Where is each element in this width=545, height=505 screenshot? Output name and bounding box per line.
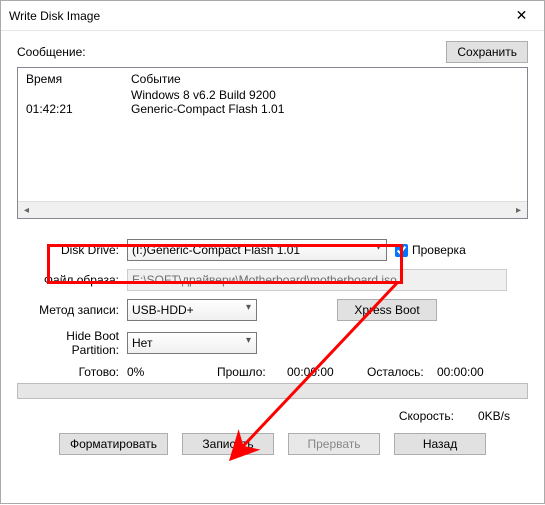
scroll-track[interactable] — [35, 202, 510, 218]
log-header-event: Событие — [131, 72, 181, 86]
log-time — [26, 88, 131, 102]
log-row: Windows 8 v6.2 Build 9200 — [26, 88, 519, 102]
disk-drive-select[interactable]: (I:)Generic-Compact Flash 1.01 — [127, 239, 387, 261]
write-button[interactable]: Записать — [182, 433, 274, 455]
save-button[interactable]: Сохранить — [446, 41, 528, 63]
verify-label: Проверка — [412, 243, 466, 257]
log-row: 01:42:21 Generic-Compact Flash 1.01 — [26, 102, 519, 116]
scroll-left-icon[interactable]: ◂ — [18, 202, 35, 218]
speed-value: 0KB/s — [478, 409, 528, 423]
bottom-buttons: Форматировать Записать Прервать Назад — [17, 433, 528, 455]
abort-button: Прервать — [288, 433, 380, 455]
xpress-boot-button[interactable]: Xpress Boot — [337, 299, 437, 321]
log-box: Время Событие Windows 8 v6.2 Build 9200 … — [17, 67, 528, 219]
remain-value: 00:00:00 — [437, 365, 484, 379]
write-method-label: Метод записи: — [17, 303, 127, 317]
horizontal-scrollbar[interactable]: ◂ ▸ — [18, 201, 527, 218]
log-header-time: Время — [26, 72, 131, 86]
message-label: Сообщение: — [17, 45, 446, 59]
close-button[interactable]: ✕ — [499, 1, 544, 30]
verify-checkbox-wrap[interactable]: Проверка — [395, 243, 466, 257]
hide-boot-label: Hide Boot Partition: — [17, 329, 127, 357]
remain-label: Осталось: — [367, 365, 424, 379]
scroll-right-icon[interactable]: ▸ — [510, 202, 527, 218]
ready-value: 0% — [127, 365, 144, 379]
write-method-select[interactable]: USB-HDD+ — [127, 299, 257, 321]
ready-label: Готово: — [79, 365, 119, 379]
speed-label: Скорость: — [399, 409, 454, 423]
verify-checkbox[interactable] — [395, 244, 408, 257]
back-button[interactable]: Назад — [394, 433, 486, 455]
elapsed-value: 00:00:00 — [287, 365, 334, 379]
log-body: Windows 8 v6.2 Build 9200 01:42:21 Gener… — [18, 88, 527, 201]
log-header: Время Событие — [18, 68, 527, 88]
content-area: Сообщение: Сохранить Время Событие Windo… — [1, 31, 544, 469]
disk-drive-label: Disk Drive: — [17, 243, 127, 257]
log-time: 01:42:21 — [26, 102, 131, 116]
hide-boot-select[interactable]: Нет — [127, 332, 257, 354]
window-title: Write Disk Image — [9, 9, 499, 23]
status-row: Готово: 0% Прошло: 00:00:00 Осталось: 00… — [17, 365, 528, 379]
close-icon: ✕ — [516, 7, 528, 24]
format-button[interactable]: Форматировать — [59, 433, 168, 455]
log-event: Windows 8 v6.2 Build 9200 — [131, 88, 276, 102]
image-file-label: Файл образа: — [17, 273, 127, 287]
log-event: Generic-Compact Flash 1.01 — [131, 102, 284, 116]
titlebar: Write Disk Image ✕ — [1, 1, 544, 31]
progress-bar — [17, 383, 528, 399]
image-file-input — [127, 269, 507, 291]
elapsed-label: Прошло: — [217, 365, 266, 379]
